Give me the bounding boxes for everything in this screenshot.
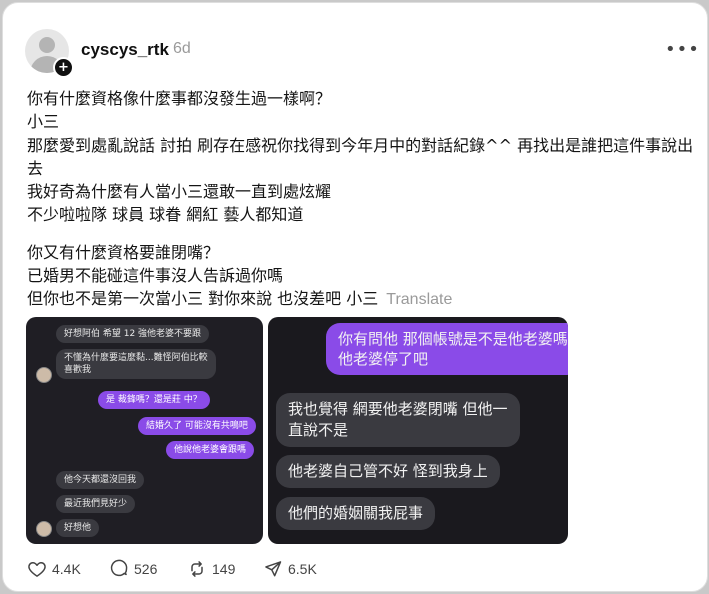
share-send-icon: [265, 561, 282, 577]
heart-icon: [28, 562, 46, 577]
post-line-text: 但你也不是第一次當小三 對你來說 也沒差吧 小三: [27, 289, 379, 309]
username[interactable]: cyscys_rtk: [81, 40, 169, 60]
chat-bubble: 他今天都還沒回我: [56, 471, 145, 489]
avatar-head-shape: [39, 37, 55, 53]
post-text: 你有什麼資格像什麼事都沒發生過一樣啊？ 小三 那麼愛到處亂說話 討拍 刷存在感祝…: [27, 87, 697, 312]
chat-bubble-line: 直說不是: [288, 421, 349, 439]
chat-bubble: 好想阿伯 希望 12 強他老婆不要跟: [56, 325, 210, 343]
attached-image-1[interactable]: 好想阿伯 希望 12 強他老婆不要跟 不懂為什麼要這麼黏...難怪阿伯比較 喜歡…: [26, 317, 263, 544]
attached-image-2[interactable]: 你有問他 那個帳號是不是他老婆嗎 他老婆停了吧 我也覺得 網要他老婆閉嘴 但他一…: [268, 317, 568, 544]
post-line: 你又有什麼資格要誰閉嘴？: [27, 242, 220, 262]
post-card: + cyscys_rtk 6d ••• 你有什麼資格像什麼事都沒發生過一樣啊？ …: [2, 2, 708, 592]
chat-bubble: 最近我們見好少: [56, 495, 136, 513]
post-line: 但你也不是第一次當小三 對你來說 也沒差吧 小三 Translate: [27, 287, 697, 311]
chat-bubble: 是 裁鋒嗎？還是莊 中？: [98, 391, 210, 409]
chat-bubble: 你有問他 那個帳號是不是他老婆嗎 他老婆停了吧: [326, 323, 568, 375]
follow-plus-icon[interactable]: +: [53, 57, 74, 78]
comment-button[interactable]: 526: [109, 559, 157, 579]
chat-bubble-line: 喜歡我: [64, 365, 92, 375]
repost-button[interactable]: 149: [187, 559, 235, 579]
post-line: 不少啦啦隊 球員 球眷 網紅 藝人都知道: [27, 205, 304, 225]
comment-count: 526: [134, 561, 158, 577]
chat-avatar: [36, 367, 52, 383]
more-options-icon[interactable]: •••: [665, 39, 700, 60]
share-count: 6.5K: [288, 561, 317, 577]
repost-count: 149: [212, 561, 236, 577]
repost-icon: [191, 561, 203, 577]
chat-bubble-line: 他老婆停了吧: [338, 350, 429, 368]
chat-bubble: 好想他: [56, 519, 100, 537]
chat-bubble-line: 你有問他 那個帳號是不是他老婆嗎: [338, 330, 568, 348]
chat-bubble: 他說他老婆會跟嗎: [166, 441, 255, 459]
comment-icon: [110, 559, 128, 577]
share-button[interactable]: 6.5K: [263, 559, 317, 579]
chat-bubble-line: 不懂為什麼要這麼黏...難怪阿伯比較: [64, 353, 208, 363]
chat-bubble: 我也覺得 網要他老婆閉嘴 但他一 直說不是: [276, 393, 520, 447]
timestamp: 6d: [173, 40, 191, 57]
post-line: 我好奇為什麼有人當小三還敢一直到處炫耀: [27, 182, 332, 202]
chat-bubble: 他老婆自己管不好 怪到我身上: [276, 455, 500, 488]
chat-bubble-line: 我也覺得 網要他老婆閉嘴 但他一: [288, 400, 508, 418]
post-line: 你有什麼資格像什麼事都沒發生過一樣啊？: [27, 89, 332, 108]
chat-bubble: 他們的婚姻關我屁事: [276, 497, 436, 530]
chat-bubble: 結婚久了 可能沒有共鳴吧: [138, 417, 256, 435]
post-line: 小三: [27, 112, 60, 132]
translate-link[interactable]: Translate: [386, 291, 452, 308]
like-button[interactable]: 4.4K: [27, 559, 81, 579]
post-line: 那麼愛到處亂說話 討拍 刷存在感祝你找得到今年月中的對話紀錄^^ 再找出是誰把這…: [27, 135, 694, 178]
post-line: 已婚男不能碰這件事沒人告訴過你嗎: [27, 266, 284, 286]
like-count: 4.4K: [52, 561, 81, 577]
chat-avatar: [36, 521, 52, 537]
chat-bubble: 不懂為什麼要這麼黏...難怪阿伯比較 喜歡我: [56, 349, 216, 379]
